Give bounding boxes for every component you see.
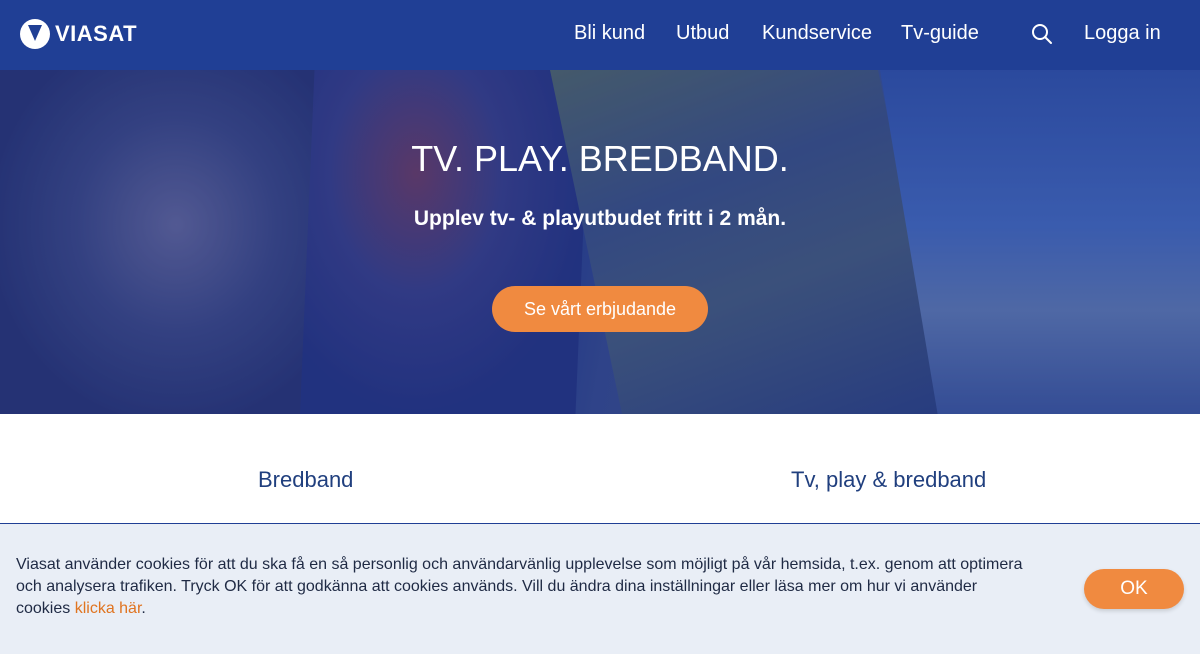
login-link[interactable]: Logga in — [1084, 22, 1161, 45]
tab-tv-play-bredband[interactable]: Tv, play & bredband — [791, 467, 986, 493]
cookie-ok-button[interactable]: OK — [1084, 569, 1184, 609]
offer-button[interactable]: Se vårt erbjudande — [492, 286, 708, 332]
hero-banner: TV. PLAY. BREDBAND. Upplev tv- & playutb… — [0, 70, 1200, 414]
hero-title: TV. PLAY. BREDBAND. — [411, 138, 789, 179]
cookie-banner: Viasat använder cookies för att du ska f… — [0, 524, 1200, 654]
nav-item-tv-guide[interactable]: Tv-guide — [901, 22, 979, 45]
search-icon[interactable] — [1031, 23, 1053, 45]
hero-subtitle: Upplev tv- & playutbudet fritt i 2 mån. — [413, 207, 787, 230]
nav-item-bli-kund[interactable]: Bli kund — [574, 22, 645, 45]
site-header: VIASAT Bli kund Utbud Kundservice Tv-gui… — [0, 0, 1200, 70]
cookie-settings-link[interactable]: klicka här — [75, 600, 142, 617]
cookie-message: Viasat använder cookies för att du ska f… — [16, 554, 1026, 620]
cookie-text: Viasat använder cookies för att du ska f… — [16, 556, 1023, 617]
tab-bredband[interactable]: Bredband — [258, 467, 353, 493]
nav-item-utbud[interactable]: Utbud — [676, 22, 729, 45]
nav-item-kundservice[interactable]: Kundservice — [762, 22, 872, 45]
main-nav: Bli kund Utbud Kundservice Tv-guide Logg… — [0, 0, 1200, 70]
hero-overlay — [0, 70, 1200, 414]
cookie-text-suffix: . — [141, 600, 146, 617]
product-tabs: Bredband Tv, play & bredband — [0, 414, 1200, 524]
